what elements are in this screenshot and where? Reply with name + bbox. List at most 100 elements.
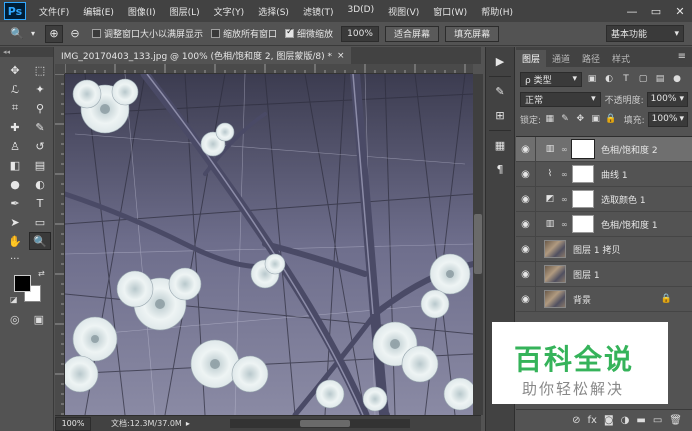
menu-item[interactable]: 滤镜(T) (296, 5, 341, 18)
zoom-tool-preset-icon[interactable]: 🔍 (8, 25, 26, 43)
link-chain-icon[interactable]: ∞ (561, 145, 569, 154)
panel-menu-icon[interactable]: ≡ (678, 51, 686, 62)
new-adjustment-icon[interactable]: ◑ (621, 415, 630, 426)
eyedropper-tool-icon[interactable]: ⚲ (29, 99, 51, 117)
layer-row[interactable]: ◉ ◩ ∞ 选取颜色 1 (516, 186, 692, 212)
zoom-tool-icon[interactable]: 🔍 (29, 232, 51, 250)
play-icon[interactable]: ▶ (489, 51, 511, 71)
swatches-icon[interactable]: ▦ (489, 135, 511, 155)
paragraph-icon[interactable]: ¶ (489, 159, 511, 179)
menu-item[interactable]: 文件(F) (32, 5, 76, 18)
visibility-eye-icon[interactable]: ◉ (516, 211, 536, 237)
horizontal-ruler[interactable] (65, 64, 473, 74)
restore-button[interactable]: ▭ (644, 0, 668, 22)
layer-style-icon[interactable]: fx (588, 415, 597, 426)
zoom-value-input[interactable] (341, 25, 380, 42)
lock-all-icon[interactable]: 🔒 (604, 112, 617, 126)
layer-row[interactable]: ◉ 背景 🔒 (516, 286, 692, 312)
add-mask-icon[interactable]: ◙ (604, 415, 614, 426)
layer-mask-thumbnail[interactable] (572, 165, 594, 183)
menu-item[interactable]: 帮助(H) (474, 5, 520, 18)
brush-tool-icon[interactable]: ✎ (29, 118, 51, 136)
menu-item[interactable]: 编辑(E) (76, 5, 121, 18)
menu-item[interactable]: 文字(Y) (207, 5, 252, 18)
lock-artboard-icon[interactable]: ▣ (589, 112, 602, 126)
menu-item[interactable]: 图像(I) (121, 5, 163, 18)
layer-thumbnail[interactable] (544, 265, 566, 283)
pen-tool-icon[interactable]: ✒ (4, 194, 26, 212)
new-group-icon[interactable]: ▬ (636, 415, 645, 426)
visibility-eye-icon[interactable]: ◉ (516, 136, 536, 162)
crop-tool-icon[interactable]: ⌗ (4, 99, 26, 117)
fit-screen-button[interactable]: 适合屏幕 (385, 25, 440, 42)
magic-wand-tool-icon[interactable]: ✦ (29, 80, 51, 98)
document-size-info[interactable]: 文档:12.3M/37.0M (111, 418, 182, 429)
link-chain-icon[interactable]: ∞ (561, 220, 569, 229)
zoom-in-icon[interactable]: ⊕ (45, 24, 63, 43)
dodge-tool-icon[interactable]: ◐ (29, 175, 51, 193)
path-selection-tool-icon[interactable]: ➤ (4, 213, 26, 231)
blur-tool-icon[interactable]: ● (4, 175, 26, 193)
zoom-out-icon[interactable]: ⊖ (66, 25, 84, 43)
horizontal-scrollbar[interactable] (230, 419, 410, 428)
layer-row[interactable]: ◉ ▥ ∞ 色相/饱和度 1 (516, 211, 692, 237)
link-chain-icon[interactable]: ∞ (561, 195, 569, 204)
shape-filter-icon[interactable]: ▢ (636, 72, 650, 86)
layer-thumbnail[interactable] (544, 290, 566, 308)
menu-item[interactable]: 3D(D) (340, 5, 381, 18)
zoom-all-checkbox[interactable]: 缩放所有窗口 (211, 27, 277, 40)
visibility-eye-icon[interactable]: ◉ (516, 161, 536, 187)
screen-mode-icon[interactable]: ▣ (34, 313, 44, 326)
menu-item[interactable]: 窗口(W) (426, 5, 474, 18)
resize-windows-checkbox[interactable]: 调整窗口大小以满屏显示 (92, 27, 203, 40)
gradient-tool-icon[interactable]: ▤ (29, 156, 51, 174)
marquee-tool-icon[interactable]: ⬚ (29, 61, 51, 79)
workspace-select[interactable]: 基本功能 ▾ (606, 25, 684, 42)
blend-mode-select[interactable]: 正常 ▾ (520, 91, 601, 107)
tools-collapse-icon[interactable]: ◂◂ (0, 47, 53, 57)
link-chain-icon[interactable]: ∞ (561, 170, 569, 179)
adjustment-filter-icon[interactable]: ◐ (602, 72, 616, 86)
lock-position-icon[interactable]: ✥ (574, 112, 587, 126)
panel-tab[interactable]: 通道 (546, 50, 576, 67)
brush-preset-icon[interactable]: ✎ (489, 81, 511, 101)
minimize-button[interactable]: — (620, 0, 644, 22)
rectangle-tool-icon[interactable]: ▭ (29, 213, 51, 231)
layer-row[interactable]: ◉ ⌇ ∞ 曲线 1 (516, 161, 692, 187)
lock-transparency-icon[interactable]: ▦ (543, 112, 556, 126)
properties-icon[interactable]: ⊞ (489, 105, 511, 125)
scrubby-zoom-box[interactable] (285, 27, 295, 38)
eraser-tool-icon[interactable]: ◧ (4, 156, 26, 174)
layer-filter-select[interactable]: ρ 类型 ▾ (520, 71, 582, 87)
resize-windows-box[interactable] (92, 29, 101, 38)
menu-item[interactable]: 视图(V) (381, 5, 426, 18)
close-button[interactable]: ✕ (668, 0, 692, 22)
type-filter-icon[interactable]: T (619, 72, 633, 86)
vertical-scrollbar[interactable] (473, 74, 483, 415)
healing-brush-tool-icon[interactable]: ✚ (4, 118, 26, 136)
opacity-field[interactable]: 100% ▾ (646, 91, 688, 107)
clone-stamp-tool-icon[interactable]: ♙ (4, 137, 26, 155)
default-colors-icon[interactable]: ◪ (10, 295, 18, 304)
panel-tab[interactable]: 样式 (606, 50, 636, 67)
horizontal-scroll-thumb[interactable] (300, 420, 350, 427)
type-tool-icon[interactable]: T (29, 194, 51, 212)
ruler-origin[interactable] (55, 64, 65, 74)
move-tool-icon[interactable]: ✥ (4, 61, 26, 79)
layer-row[interactable]: ◉ ▥ ∞ 色相/饱和度 2 (516, 136, 692, 162)
quick-mask-icon[interactable]: ◎ (10, 313, 20, 326)
lasso-tool-icon[interactable]: ℒ (4, 80, 26, 98)
panel-tab[interactable]: 图层 (516, 50, 547, 67)
vertical-scroll-thumb[interactable] (474, 214, 482, 274)
link-layers-icon[interactable]: ⊘ (572, 415, 580, 426)
visibility-eye-icon[interactable]: ◉ (516, 261, 536, 287)
document-canvas[interactable] (65, 74, 473, 415)
close-tab-icon[interactable]: × (337, 51, 345, 61)
pixel-filter-icon[interactable]: ▣ (585, 72, 599, 86)
swap-colors-icon[interactable]: ⇄ (38, 269, 45, 278)
layer-row[interactable]: ◉ 图层 1 (516, 261, 692, 287)
visibility-eye-icon[interactable]: ◉ (516, 186, 536, 212)
new-layer-icon[interactable]: ▭ (653, 415, 662, 426)
trash-icon[interactable]: 🗑 (669, 415, 682, 426)
visibility-eye-icon[interactable]: ◉ (516, 286, 536, 312)
